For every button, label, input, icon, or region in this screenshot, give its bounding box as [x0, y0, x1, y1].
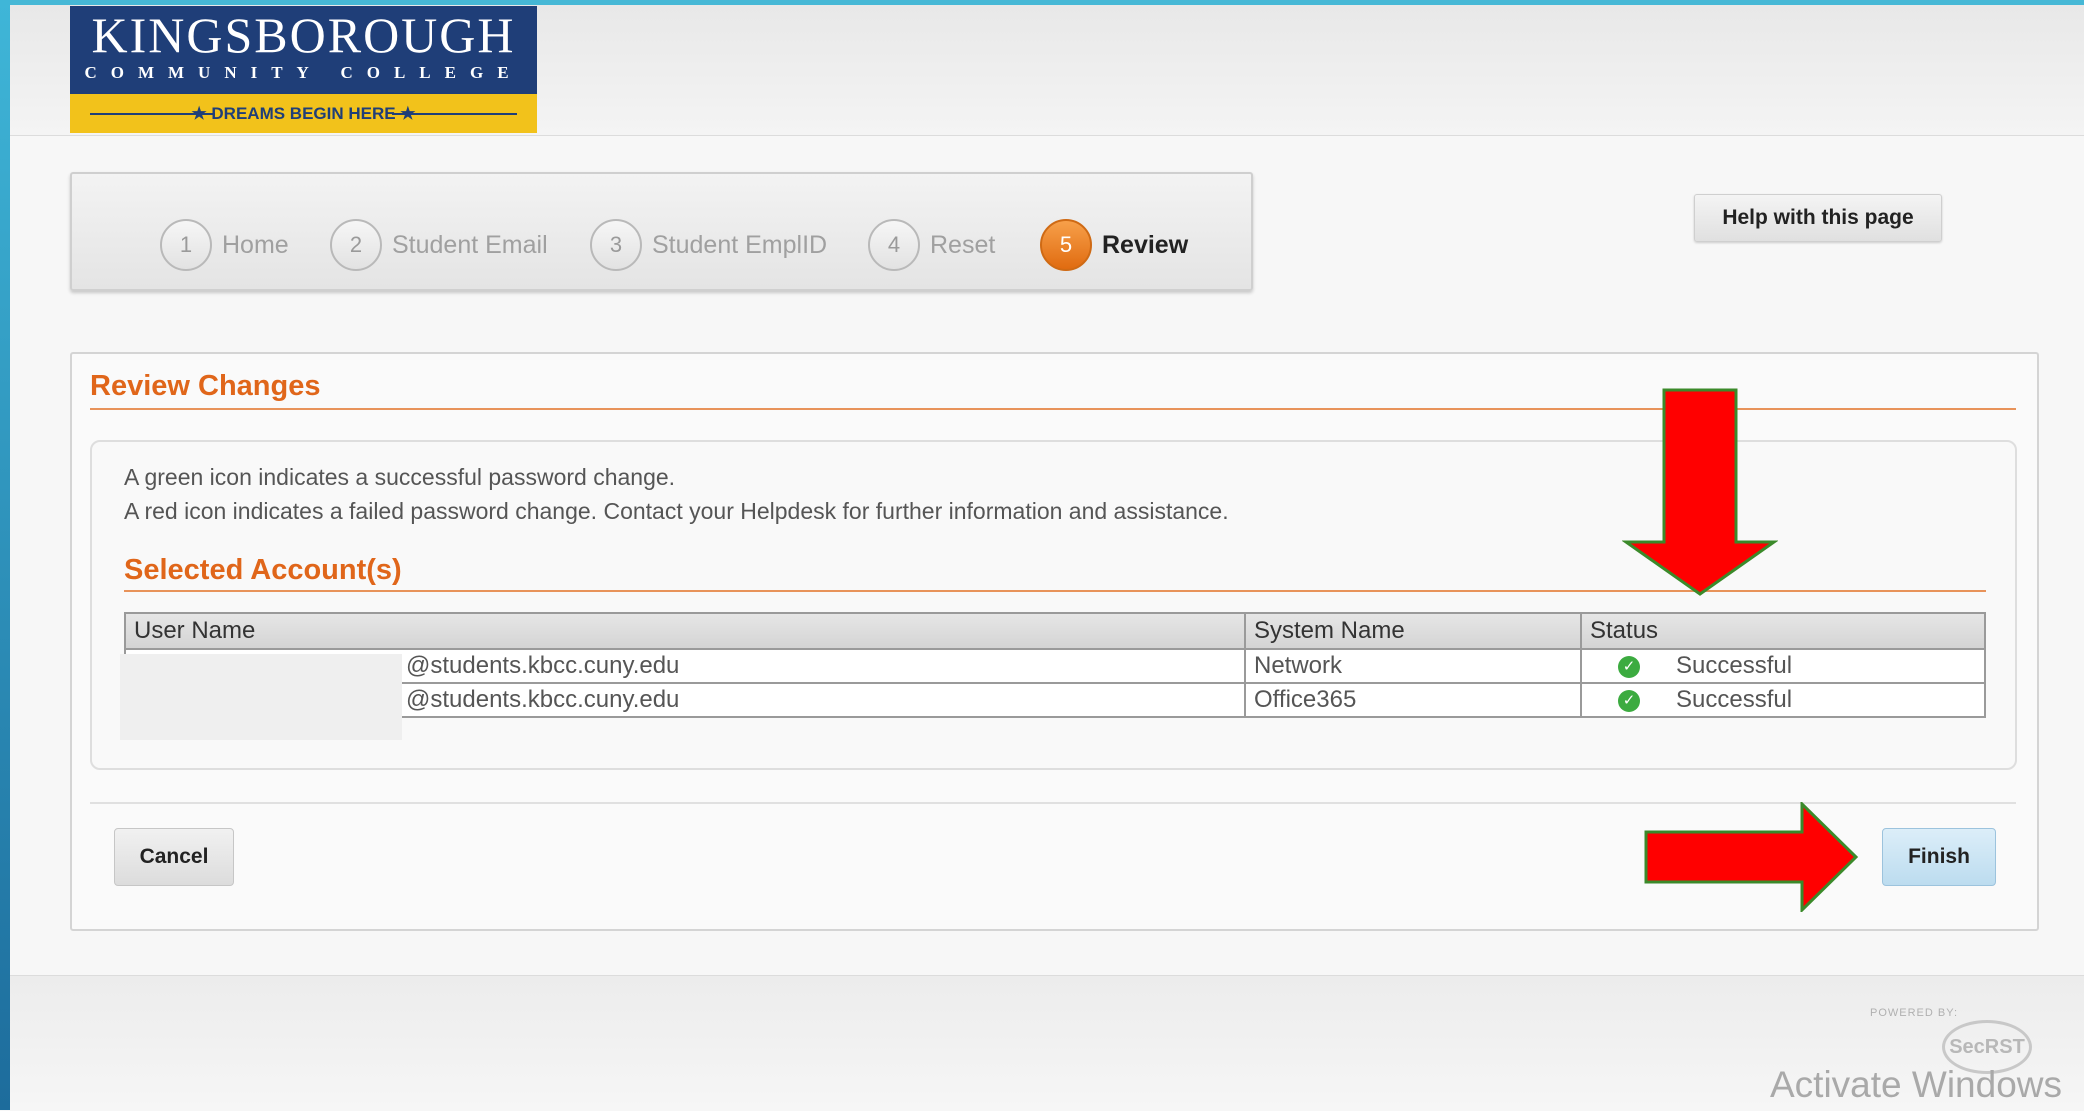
step-label: Home [222, 230, 289, 259]
status-cell: ✓ Successful [1580, 682, 1986, 718]
step-student-emplid: 3 Student EmplID [590, 219, 827, 271]
status-cell: ✓ Successful [1580, 648, 1986, 684]
step-label: Review [1102, 230, 1189, 259]
step-number: 2 [330, 219, 382, 271]
step-label: Reset [930, 230, 996, 259]
system-name-cell: Office365 [1244, 682, 1582, 718]
activate-windows-watermark: Activate Windows [1770, 1064, 2062, 1105]
wizard-steps: 1 Home 2 Student Email 3 Student EmplID … [70, 172, 1253, 291]
redacted-username-block [120, 654, 402, 740]
red-arrow-right-icon [1644, 802, 1859, 912]
status-text: Successful [1676, 686, 1793, 713]
window-left-border [0, 0, 10, 1110]
step-reset: 4 Reset [868, 219, 995, 271]
system-name-cell: Network [1244, 648, 1582, 684]
step-number: 4 [868, 219, 920, 271]
logo-subtitle: COMMUNITY COLLEGE [84, 63, 523, 82]
panel-title: Review Changes [90, 370, 321, 402]
info-text-green: A green icon indicates a successful pass… [124, 464, 676, 490]
red-arrow-down-icon [1622, 388, 1778, 596]
step-number: 1 [160, 219, 212, 271]
help-button[interactable]: Help with this page [1694, 194, 1942, 242]
step-number: 3 [590, 219, 642, 271]
status-text: Successful [1676, 652, 1793, 679]
check-circle-icon: ✓ [1618, 655, 1640, 678]
table-row: @students.kbcc.cuny.edu Office365 ✓ Succe… [124, 682, 1986, 718]
logo-tagline: ★ DREAMS BEGIN HERE ★ [191, 104, 416, 123]
cancel-button[interactable]: Cancel [114, 828, 234, 886]
column-header-user: User Name [124, 612, 1246, 650]
step-review: 5 Review [1040, 219, 1188, 271]
step-label: Student EmplID [652, 230, 828, 259]
table-row: @students.kbcc.cuny.edu Network ✓ Success… [124, 648, 1986, 684]
finish-button[interactable]: Finish [1882, 828, 1996, 886]
step-number: 5 [1040, 219, 1092, 271]
step-home: 1 Home [160, 219, 289, 271]
selected-accounts-title: Selected Account(s) [124, 554, 402, 586]
table-header-row: User Name System Name Status [124, 612, 1986, 650]
column-header-status: Status [1580, 612, 1986, 650]
step-label: Student Email [392, 230, 548, 259]
info-text-red: A red icon indicates a failed password c… [124, 498, 1229, 524]
logo-name: KINGSBOROUGH [91, 7, 516, 63]
check-circle-icon: ✓ [1618, 689, 1640, 712]
college-logo: KINGSBOROUGH COMMUNITY COLLEGE ★ DREAMS … [70, 6, 537, 133]
step-student-email: 2 Student Email [330, 219, 548, 271]
column-header-system: System Name [1244, 612, 1582, 650]
powered-by-label: POWERED BY: [1870, 1007, 1959, 1019]
accounts-table: User Name System Name Status @students.k… [124, 612, 1986, 718]
